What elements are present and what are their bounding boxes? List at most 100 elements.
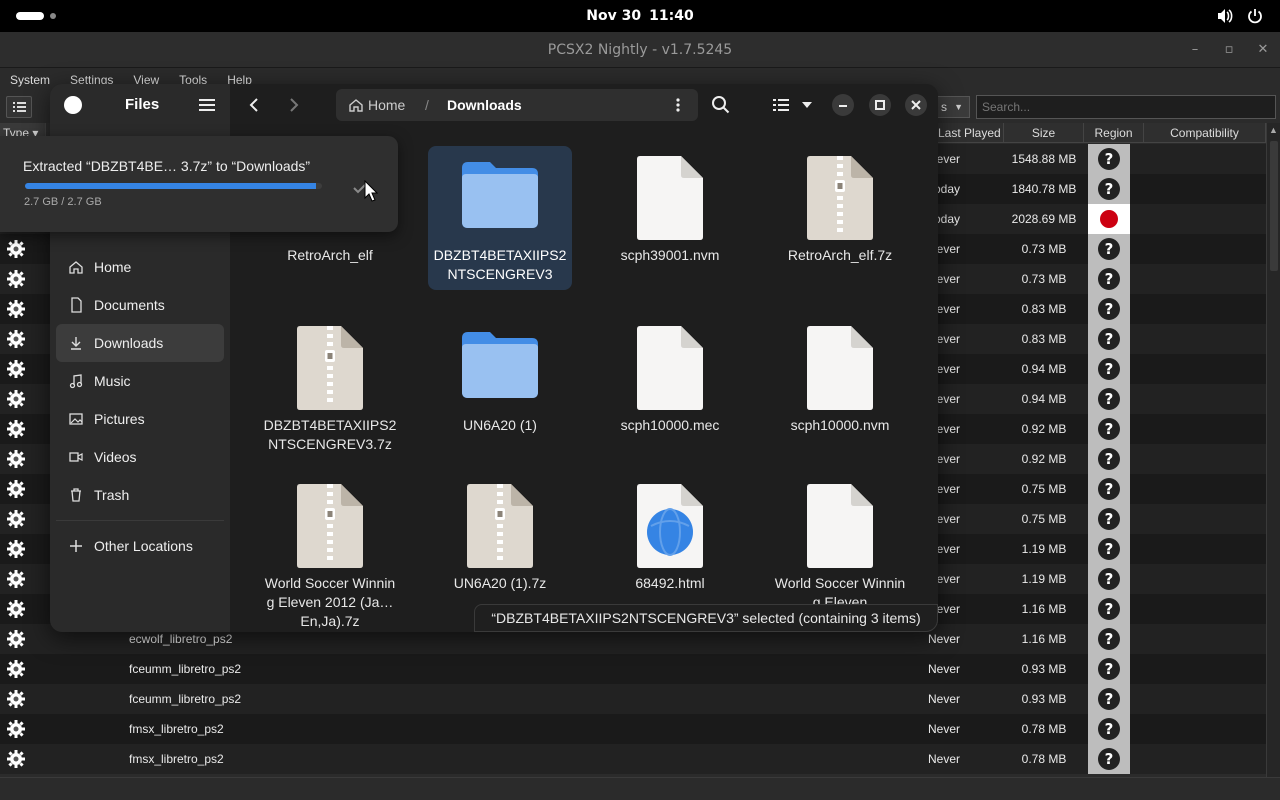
app-icon <box>64 96 82 114</box>
files-maximize-button[interactable] <box>869 94 891 116</box>
sidebar-item-home[interactable]: Home <box>56 248 224 286</box>
game-size: 2028.69 MB <box>1011 212 1077 226</box>
game-region: ? <box>1088 564 1130 594</box>
notification-title: Extracted “DBZBT4BE… 3.7z” to “Downloads… <box>23 158 311 174</box>
minimize-icon <box>839 105 847 107</box>
desktop: Nov 30 11:40 PCSX2 Nightly - v1.7.5245 – … <box>0 0 1280 800</box>
maximize-button[interactable]: ▫ <box>1212 32 1246 68</box>
close-button[interactable]: ✕ <box>1246 32 1280 68</box>
file-item[interactable]: 68492.html <box>598 474 742 599</box>
pcsx2-titlebar[interactable]: PCSX2 Nightly - v1.7.5245 – ▫ ✕ <box>0 32 1280 68</box>
file-item[interactable]: World Soccer Winning Eleven <box>768 474 912 618</box>
back-icon[interactable] <box>244 94 266 116</box>
folder-item[interactable]: UN6A20 (1) <box>428 316 572 441</box>
gear-icon <box>6 719 26 739</box>
view-filter-value: s <box>941 100 947 114</box>
game-size: 0.78 MB <box>1021 722 1067 736</box>
unknown-region-icon: ? <box>1098 268 1120 290</box>
kebab-menu-icon[interactable] <box>670 97 686 113</box>
unknown-region-icon: ? <box>1098 178 1120 200</box>
file-thumbnail <box>768 316 912 416</box>
game-region: ? <box>1088 744 1130 774</box>
system-tray[interactable] <box>1216 7 1264 25</box>
game-row[interactable]: fceumm_libretro_ps2 Never 0.93 MB? <box>0 684 1266 714</box>
unknown-region-icon: ? <box>1098 748 1120 770</box>
game-row[interactable]: fmsx_libretro_ps2 Never 0.78 MB? <box>0 744 1266 774</box>
file-thumbnail <box>768 474 912 574</box>
pcsx2-title: PCSX2 Nightly - v1.7.5245 <box>547 42 733 58</box>
path-bar[interactable]: Home / Downloads <box>336 89 698 121</box>
gear-icon <box>6 239 26 259</box>
scroll-up-icon[interactable]: ▲ <box>1269 125 1278 135</box>
path-home[interactable]: Home <box>368 89 405 121</box>
list-view-button[interactable] <box>6 96 32 118</box>
column-compatibility[interactable]: Compatibility <box>1144 123 1266 143</box>
folder-item[interactable]: DBZBT4BETAXIIPS2NTSCENGREV3 <box>428 146 572 290</box>
file-item[interactable]: scph10000.nvm <box>768 316 912 441</box>
game-size: 0.93 MB <box>1021 692 1067 706</box>
game-size: 1.19 MB <box>1021 572 1067 586</box>
sidebar-item-trash[interactable]: Trash <box>56 476 224 514</box>
unknown-region-icon: ? <box>1098 538 1120 560</box>
sidebar-item-music[interactable]: Music <box>56 362 224 400</box>
file-item[interactable]: UN6A20 (1).7z <box>428 474 572 599</box>
game-row[interactable]: fceumm_libretro_ps2 Never 0.93 MB? <box>0 654 1266 684</box>
unknown-region-icon: ? <box>1098 478 1120 500</box>
game-size: 0.83 MB <box>1021 332 1067 346</box>
app-title: Files <box>125 96 160 113</box>
files-headerbar: Home / Downloads <box>230 84 938 126</box>
sidebar-item-downloads[interactable]: Downloads <box>56 324 224 362</box>
sidebar-item-documents[interactable]: Documents <box>56 286 224 324</box>
game-search-input[interactable] <box>976 95 1276 119</box>
file-item[interactable]: RetroArch_elf.7z <box>768 146 912 271</box>
files-minimize-button[interactable] <box>832 94 854 116</box>
game-region: ? <box>1088 444 1130 474</box>
game-row[interactable]: fmsx_libretro_ps2 Never 0.78 MB? <box>0 714 1266 744</box>
game-region: ? <box>1088 654 1130 684</box>
chevron-down-icon[interactable] <box>796 94 818 116</box>
column-last-played[interactable]: Last Played <box>938 123 1004 143</box>
game-region: ? <box>1088 504 1130 534</box>
search-icon[interactable] <box>710 94 732 116</box>
list-view-icon[interactable] <box>770 94 792 116</box>
hamburger-menu-icon[interactable] <box>198 96 216 114</box>
pcsx2-window-controls: – ▫ ✕ <box>1178 32 1280 68</box>
sidebar-item-label: Trash <box>94 487 130 503</box>
selection-status: “DBZBT4BETAXIIPS2NTSCENGREV3” selected (… <box>474 604 938 632</box>
game-region: ? <box>1088 714 1130 744</box>
game-region: ? <box>1088 234 1130 264</box>
unknown-region-icon: ? <box>1098 718 1120 740</box>
sidebar-item-videos[interactable]: Videos <box>56 438 224 476</box>
unknown-region-icon: ? <box>1098 628 1120 650</box>
file-item[interactable]: World Soccer Winning Eleven 2012 (Ja… En… <box>258 474 402 632</box>
unknown-region-icon: ? <box>1098 598 1120 620</box>
unknown-region-icon: ? <box>1098 388 1120 410</box>
game-list-scrollbar[interactable]: ▲ ▼ <box>1266 123 1280 800</box>
extraction-progress-bar <box>25 183 322 189</box>
file-thumbnail <box>258 474 402 574</box>
gear-icon <box>6 509 26 529</box>
column-region[interactable]: Region <box>1084 123 1144 143</box>
game-size: 0.93 MB <box>1021 662 1067 676</box>
file-icon <box>637 156 703 240</box>
minimize-button[interactable]: – <box>1178 32 1212 68</box>
clock[interactable]: Nov 30 11:40 <box>0 0 1280 32</box>
file-item[interactable]: DBZBT4BETAXIIPS2NTSCENGREV3.7z <box>258 316 402 460</box>
file-item[interactable]: scph10000.mec <box>598 316 742 441</box>
file-name: World Soccer Winning Eleven 2012 (Ja… En… <box>264 575 396 629</box>
home-icon <box>349 99 363 112</box>
path-current[interactable]: Downloads <box>447 89 522 121</box>
forward-icon[interactable] <box>282 94 304 116</box>
unknown-region-icon: ? <box>1098 568 1120 590</box>
files-close-button[interactable] <box>905 94 927 116</box>
file-item[interactable]: scph39001.nvm <box>598 146 742 271</box>
scrollbar-thumb[interactable] <box>1270 141 1278 271</box>
unknown-region-icon: ? <box>1098 688 1120 710</box>
sidebar-item-pictures[interactable]: Pictures <box>56 400 224 438</box>
file-icon <box>807 326 873 410</box>
power-icon <box>1248 9 1262 24</box>
sidebar-item-other-locations[interactable]: Other Locations <box>56 527 224 565</box>
gear-icon <box>6 479 26 499</box>
sidebar-header: Files <box>50 84 230 126</box>
column-size[interactable]: Size <box>1004 123 1084 143</box>
